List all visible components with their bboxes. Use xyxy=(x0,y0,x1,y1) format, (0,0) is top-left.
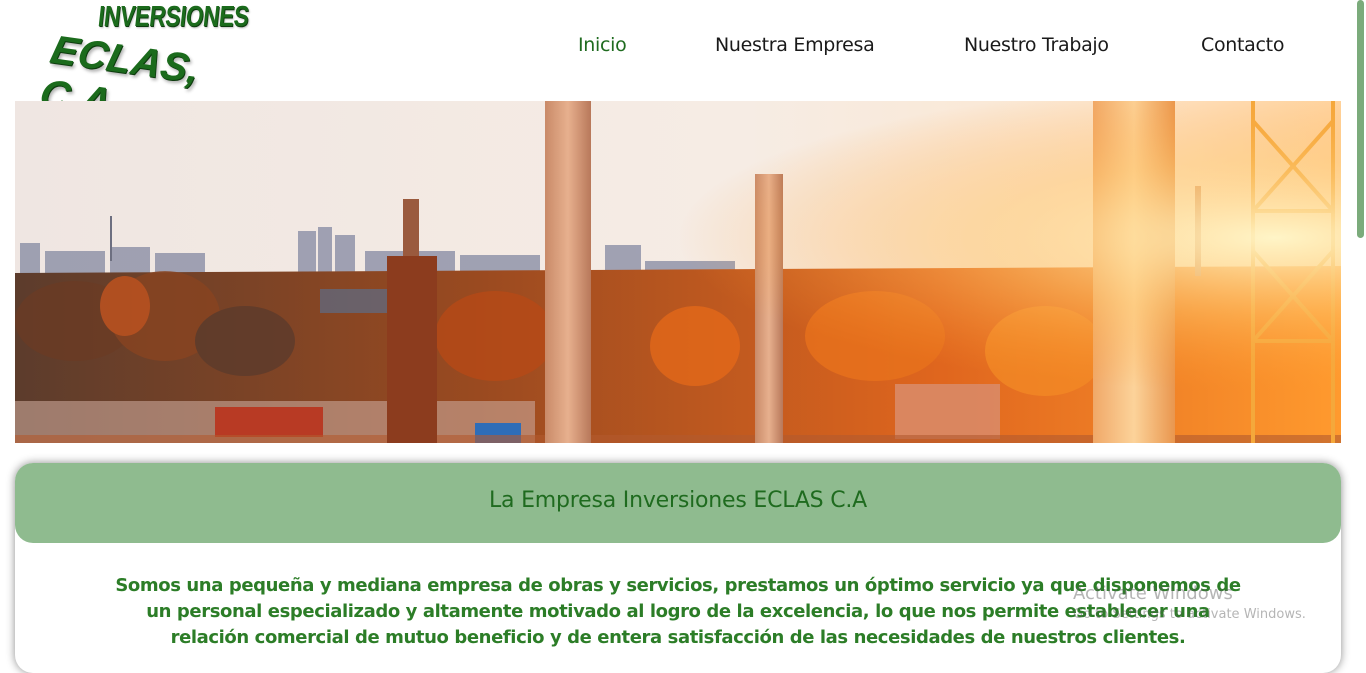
nav-item-inicio[interactable]: Inicio xyxy=(578,34,627,56)
nav-item-nuestro-trabajo[interactable]: Nuestro Trabajo xyxy=(964,34,1109,56)
intro-card-header: La Empresa Inversiones ECLAS C.A xyxy=(15,463,1341,543)
nav-item-contacto[interactable]: Contacto xyxy=(1201,34,1284,56)
intro-card: La Empresa Inversiones ECLAS C.A Somos u… xyxy=(15,463,1341,673)
scrollbar-thumb[interactable] xyxy=(1357,0,1364,238)
activate-windows-watermark: Activate Windows Go to Settings to activ… xyxy=(1073,583,1306,622)
page-scrollbar[interactable] xyxy=(1356,0,1366,656)
company-logo[interactable]: INVERSIONES ECLAS, C.A. xyxy=(35,0,295,126)
intro-title: La Empresa Inversiones ECLAS C.A xyxy=(488,488,868,513)
nav-item-nuestra-empresa[interactable]: Nuestra Empresa xyxy=(715,34,875,56)
construction-site-illustration xyxy=(15,101,1341,443)
watermark-subtitle: Go to Settings to activate Windows. xyxy=(1073,607,1306,622)
logo-line-1: INVERSIONES xyxy=(96,1,251,33)
watermark-title: Activate Windows xyxy=(1073,583,1233,604)
hero-image xyxy=(15,101,1341,443)
